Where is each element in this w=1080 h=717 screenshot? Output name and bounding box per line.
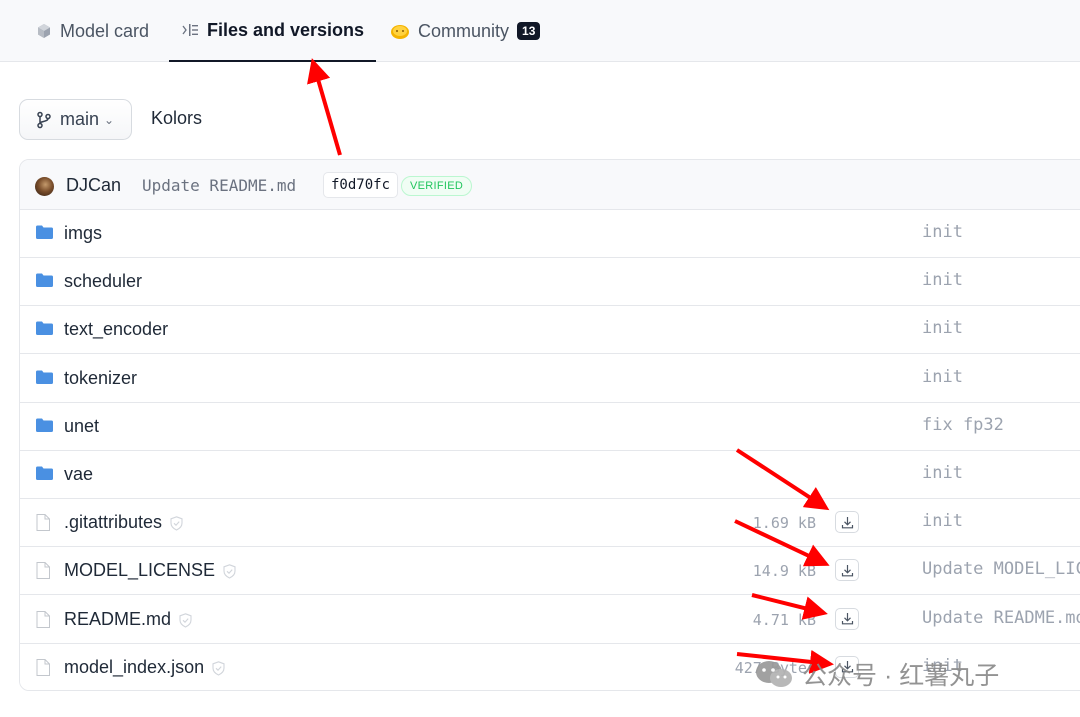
table-row[interactable]: unet fix fp32	[20, 402, 1080, 451]
download-button[interactable]	[835, 607, 859, 630]
download-icon	[841, 564, 853, 577]
last-commit-message[interactable]: fix fp32	[922, 415, 1004, 435]
last-commit-message[interactable]: init	[922, 318, 963, 338]
last-commit-message[interactable]: init	[922, 511, 963, 531]
tab-model-card-label: Model card	[60, 20, 150, 41]
verified-badge: VERIFIED	[401, 176, 473, 196]
file-name[interactable]: MODEL_LICENSE	[64, 560, 215, 581]
download-icon	[841, 516, 853, 529]
file-size: 14.9 kB	[752, 562, 816, 581]
chevron-down-icon: ⌄	[104, 112, 115, 127]
table-row[interactable]: tokenizer init	[20, 354, 1080, 403]
file-name[interactable]: unet	[64, 416, 99, 437]
file-icon	[36, 514, 50, 536]
file-name[interactable]: model_index.json	[64, 657, 204, 678]
folder-icon	[36, 466, 53, 485]
folder-icon	[36, 370, 53, 389]
repo-name: Kolors	[151, 108, 203, 128]
watermark-text: 公众号 · 红薯丸子	[802, 662, 1000, 690]
folder-icon	[36, 273, 53, 292]
last-commit-message[interactable]: init	[922, 222, 963, 242]
folder-icon	[36, 225, 53, 244]
file-icon	[36, 610, 50, 633]
watermark: 公众号 · 红薯丸子	[754, 656, 999, 692]
file-name[interactable]: tokenizer	[64, 368, 137, 389]
table-row[interactable]: vae init	[20, 451, 1080, 499]
safe-scan-shield-icon[interactable]	[223, 564, 236, 584]
safe-scan-shield-icon[interactable]	[179, 612, 192, 633]
file-name[interactable]: README.md	[64, 609, 171, 630]
repo-tab-bar: Model card Files and versions Community …	[0, 0, 1080, 62]
tab-community[interactable]: Community 13	[390, 0, 541, 62]
download-button[interactable]	[835, 511, 859, 534]
annotation-arrow	[307, 58, 342, 156]
folder-icon	[36, 418, 53, 437]
tab-files-and-versions[interactable]: Files and versions	[169, 0, 376, 62]
file-icon	[36, 562, 50, 584]
table-row[interactable]: README.md 4.71 kB Update README.md	[20, 595, 1080, 644]
community-count-badge: 13	[517, 22, 541, 40]
table-row[interactable]: scheduler init	[20, 258, 1080, 307]
last-commit-bar: DJCan Update README.md f0d70fc VERIFIED	[20, 160, 1080, 210]
cube-icon	[36, 23, 52, 39]
last-commit-message[interactable]: Update MODEL_LIC	[922, 559, 1080, 579]
table-row[interactable]: text_encoder init	[20, 306, 1080, 355]
last-commit-message[interactable]: init	[922, 367, 963, 387]
wechat-icon	[756, 661, 792, 687]
tab-community-label: Community	[418, 20, 510, 41]
file-name[interactable]: .gitattributes	[64, 512, 162, 533]
commit-hash[interactable]: f0d70fc	[323, 172, 399, 198]
last-commit-message[interactable]: init	[922, 463, 963, 483]
safe-scan-shield-icon[interactable]	[212, 661, 225, 681]
file-icon	[36, 658, 50, 681]
file-list-panel: DJCan Update README.md f0d70fc VERIFIED …	[19, 159, 1080, 691]
download-icon	[841, 613, 853, 625]
table-row[interactable]: MODEL_LICENSE 14.9 kB Update MODEL_LIC	[20, 547, 1080, 596]
download-button[interactable]	[835, 559, 859, 582]
last-commit-message[interactable]: Update README.md	[922, 608, 1080, 628]
branch-selector[interactable]: main ⌄	[19, 99, 132, 140]
tab-files-label: Files and versions	[206, 19, 365, 40]
folder-icon	[36, 321, 53, 340]
commit-message[interactable]: Update README.md	[142, 176, 296, 195]
file-name[interactable]: scheduler	[64, 271, 142, 292]
file-name[interactable]: imgs	[64, 223, 102, 244]
file-name[interactable]: vae	[64, 464, 93, 485]
file-size: 4.71 kB	[752, 610, 816, 629]
avatar[interactable]	[35, 177, 54, 196]
file-size: 1.69 kB	[752, 514, 816, 533]
file-name[interactable]: text_encoder	[64, 319, 168, 340]
community-icon	[390, 22, 410, 40]
commit-author[interactable]: DJCan	[66, 175, 121, 196]
tab-model-card[interactable]: Model card	[36, 0, 149, 62]
branch-icon	[37, 111, 51, 128]
branch-label: main	[60, 109, 100, 129]
table-row[interactable]: imgs init	[20, 210, 1080, 258]
files-icon	[181, 22, 199, 38]
last-commit-message[interactable]: init	[922, 270, 963, 290]
safe-scan-shield-icon[interactable]	[170, 516, 183, 536]
table-row[interactable]: .gitattributes 1.69 kB init	[20, 499, 1080, 548]
